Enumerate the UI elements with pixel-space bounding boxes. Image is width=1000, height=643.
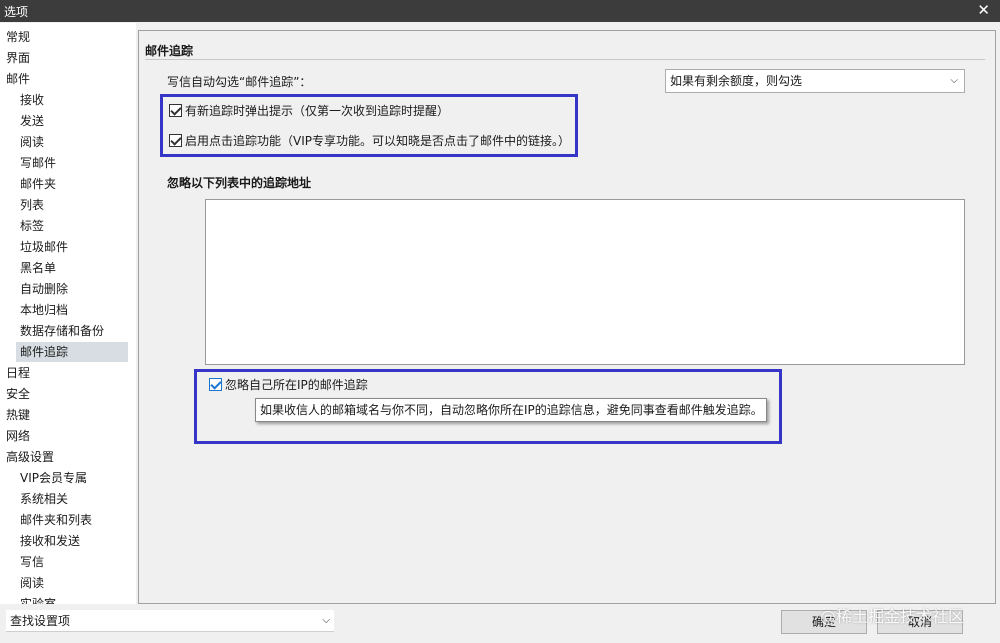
- sidebar-item-receive-and-send[interactable]: 接收和发送: [20, 531, 80, 551]
- auto-check-dropdown-value: 如果有剩余额度，则勾选: [670, 74, 803, 88]
- ignore-own-ip-checkbox[interactable]: 忽略自己所在IP的邮件追踪: [209, 376, 509, 394]
- sidebar-item-lab[interactable]: 实验室: [20, 594, 56, 604]
- sidebar-item-folders-and-lists[interactable]: 邮件夹和列表: [20, 510, 92, 530]
- ignore-address-list[interactable]: [205, 199, 965, 365]
- sidebar-item-mail[interactable]: 邮件: [6, 69, 30, 89]
- checkbox-checked-icon: [169, 134, 182, 147]
- click-tracking-label: 启用点击追踪功能（VIP专享功能。可以知晓是否点击了邮件中的链接。）: [185, 134, 570, 148]
- sidebar-item-read[interactable]: 阅读: [20, 132, 44, 152]
- sidebar-item-receive[interactable]: 接收: [20, 90, 44, 110]
- sidebar-item-mail-tracking[interactable]: 邮件追踪: [16, 342, 128, 362]
- sidebar-item-spam[interactable]: 垃圾邮件: [20, 237, 68, 257]
- sidebar-item-local-archive[interactable]: 本地归档: [20, 300, 68, 320]
- settings-search-placeholder: 查找设置项: [10, 614, 71, 628]
- auto-check-label: 写信自动勾选“邮件追踪”：: [167, 75, 312, 89]
- sidebar-item-list[interactable]: 列表: [20, 195, 44, 215]
- sidebar-item-interface[interactable]: 界面: [6, 48, 30, 68]
- sidebar-item-compose[interactable]: 写邮件: [20, 153, 56, 173]
- sidebar-item-tags[interactable]: 标签: [20, 216, 44, 236]
- sidebar-item-auto-delete[interactable]: 自动删除: [20, 279, 68, 299]
- sidebar-item-security[interactable]: 安全: [6, 384, 30, 404]
- ignore-own-ip-tooltip: 如果收信人的邮箱域名与你不同，自动忽略你所在IP的追踪信息，避免同事查看邮件触发…: [255, 398, 767, 422]
- checkbox-checked-icon: [169, 104, 182, 117]
- sidebar-item-general[interactable]: 常规: [6, 27, 30, 47]
- sidebar-item-network[interactable]: 网络: [6, 426, 30, 446]
- chevron-down-icon: ⌵: [950, 75, 958, 86]
- settings-search-combobox[interactable]: 查找设置项 ⌵: [6, 610, 334, 632]
- ignore-list-title: 忽略以下列表中的追踪地址: [167, 176, 312, 190]
- sidebar-item-blacklist[interactable]: 黑名单: [20, 258, 56, 278]
- chevron-down-icon: ⌵: [322, 615, 330, 626]
- sidebar-item-system[interactable]: 系统相关: [20, 489, 68, 509]
- cancel-button[interactable]: 取消: [877, 610, 963, 634]
- checkbox-checked-icon: [209, 378, 222, 391]
- section-divider: [145, 59, 985, 60]
- mail-tracking-panel: 邮件追踪 写信自动勾选“邮件追踪”： 如果有剩余额度，则勾选 ⌵ 有新追踪时弹出…: [138, 30, 996, 604]
- ignore-own-ip-label: 忽略自己所在IP的邮件追踪: [225, 378, 368, 392]
- title-bar: 选项 ✕: [0, 0, 1000, 22]
- sidebar-item-storage-backup[interactable]: 数据存储和备份: [20, 321, 104, 341]
- sidebar-item-write[interactable]: 写信: [20, 552, 44, 572]
- sidebar-item-reading[interactable]: 阅读: [20, 573, 44, 593]
- sidebar-item-send[interactable]: 发送: [20, 111, 44, 131]
- auto-check-dropdown[interactable]: 如果有剩余额度，则勾选 ⌵: [665, 69, 965, 93]
- sidebar-item-folders[interactable]: 邮件夹: [20, 174, 56, 194]
- click-tracking-checkbox[interactable]: 启用点击追踪功能（VIP专享功能。可以知晓是否点击了邮件中的链接。）: [169, 132, 589, 150]
- options-sidebar: 常规 界面 邮件 接收 发送 阅读 写邮件 邮件夹 列表 标签 垃圾邮件 黑名单…: [0, 23, 136, 604]
- popup-on-new-tracking-checkbox[interactable]: 有新追踪时弹出提示（仅第一次收到追踪时提醒）: [169, 102, 569, 120]
- sidebar-item-vip[interactable]: VIP会员专属: [20, 468, 87, 488]
- window-title: 选项: [4, 5, 29, 19]
- popup-on-new-tracking-label: 有新追踪时弹出提示（仅第一次收到追踪时提醒）: [185, 104, 450, 118]
- sidebar-item-hotkeys[interactable]: 热键: [6, 405, 30, 425]
- sidebar-item-calendar[interactable]: 日程: [6, 363, 30, 383]
- section-title: 邮件追踪: [145, 44, 194, 58]
- close-icon[interactable]: ✕: [977, 1, 990, 19]
- ok-button[interactable]: 确定: [781, 610, 867, 634]
- sidebar-item-advanced[interactable]: 高级设置: [6, 447, 54, 467]
